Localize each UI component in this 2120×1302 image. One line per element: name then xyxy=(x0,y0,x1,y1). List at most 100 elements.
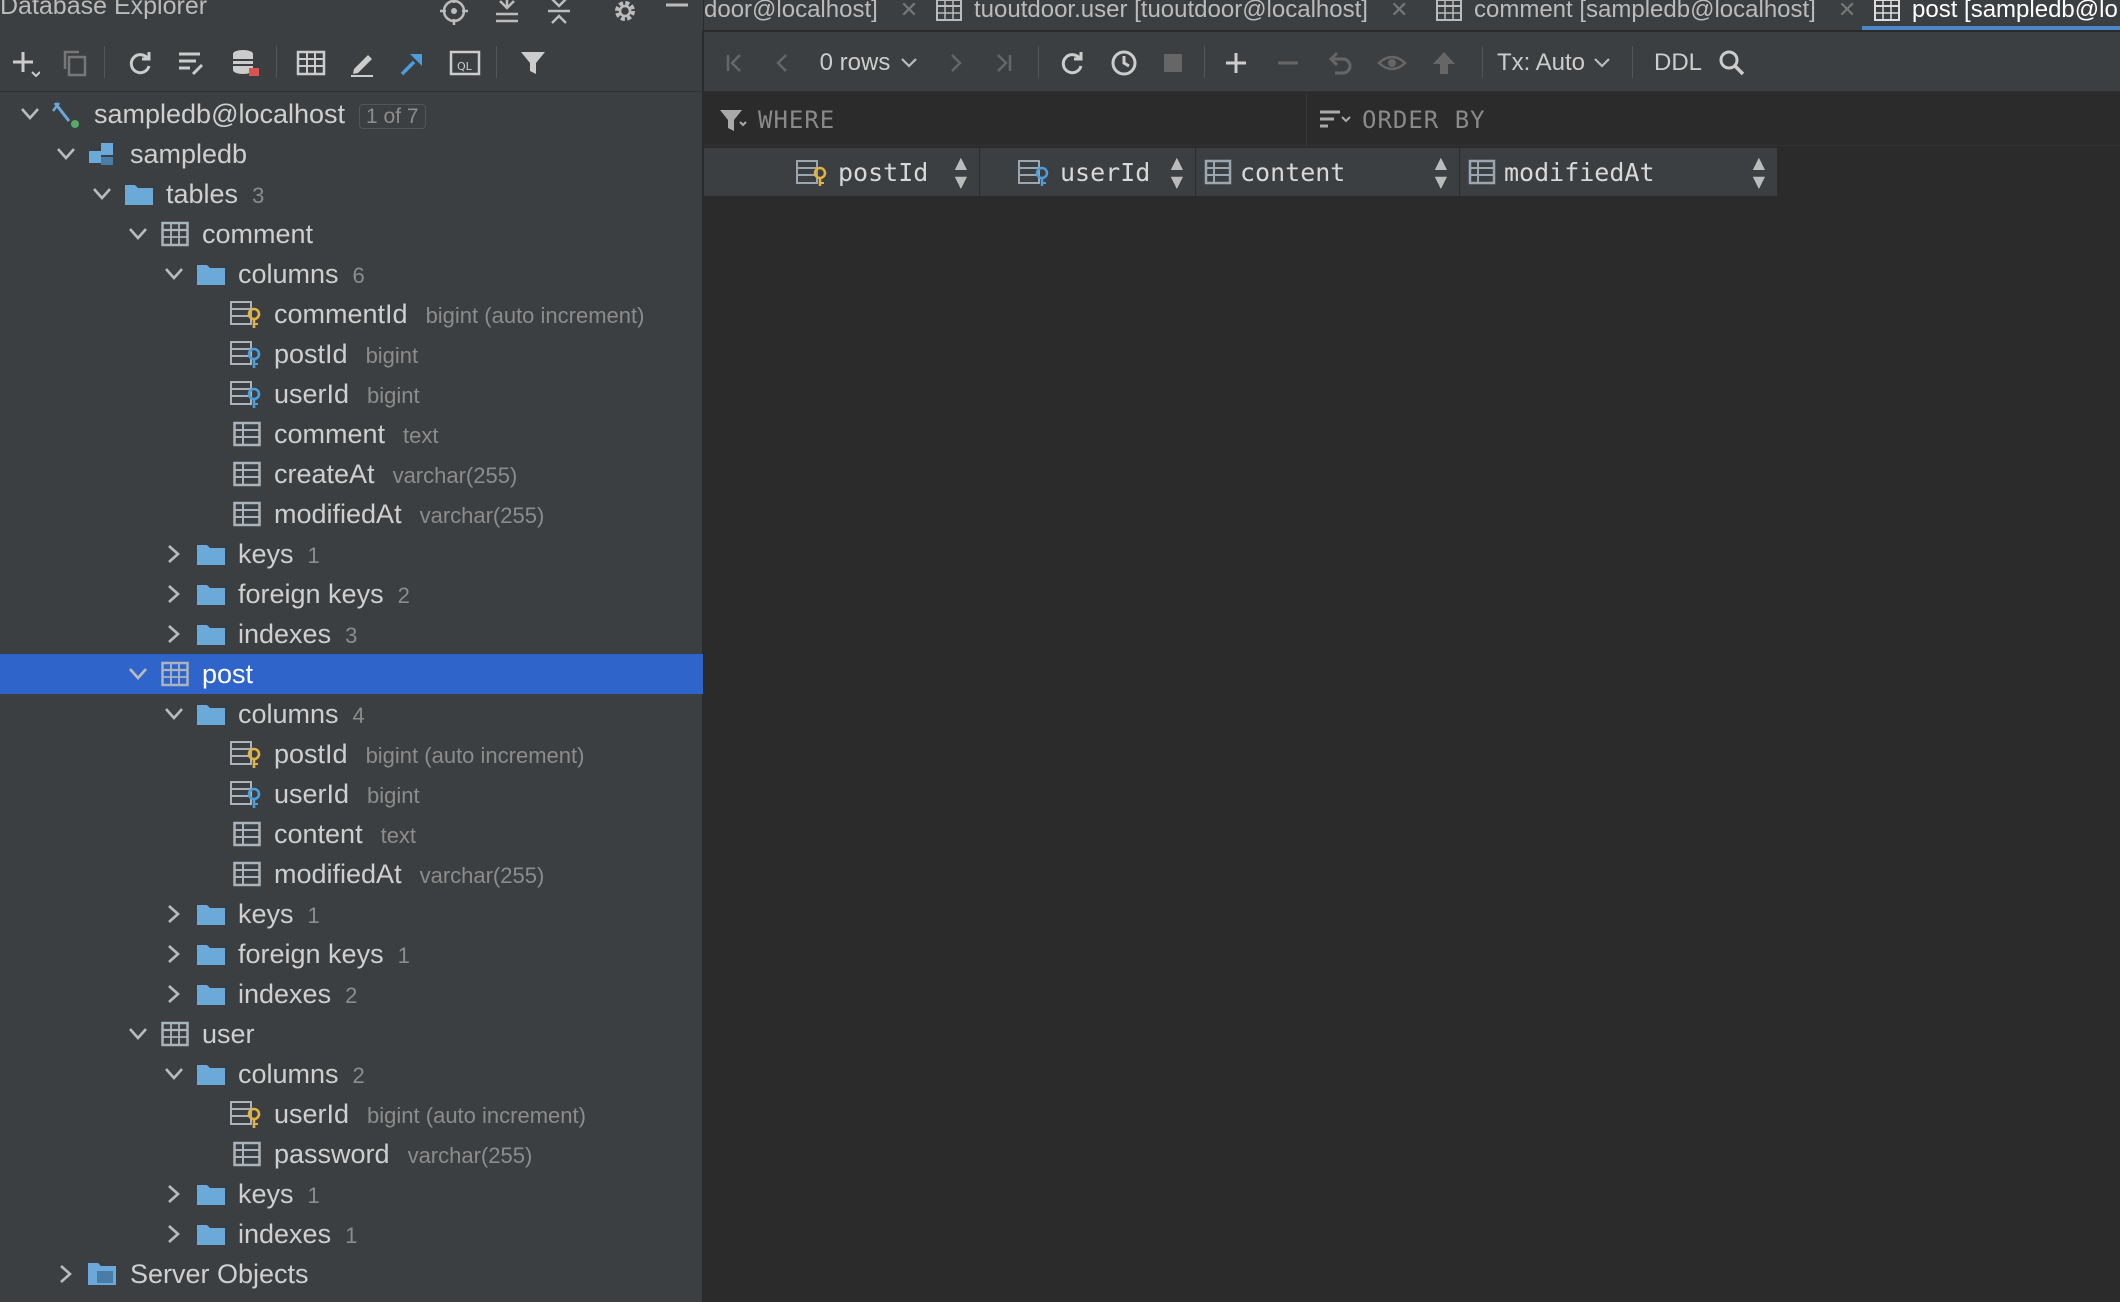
previous-page-icon[interactable] xyxy=(766,44,800,82)
stop-icon[interactable] xyxy=(1156,44,1190,82)
reload-icon[interactable] xyxy=(1054,44,1090,82)
add-icon[interactable] xyxy=(6,44,44,82)
transaction-mode-dropdown[interactable]: Tx: Auto xyxy=(1496,44,1612,82)
chevron-right-icon[interactable] xyxy=(54,1262,78,1286)
tree-column-commentId[interactable]: commentId bigint (auto increment) xyxy=(0,294,703,334)
sort-icon[interactable]: ▲ ▼ xyxy=(1753,153,1765,191)
tree-columns-folder[interactable]: columns 6 xyxy=(0,254,703,294)
tree-column-password[interactable]: password varchar(255) xyxy=(0,1134,703,1174)
table-view-icon[interactable] xyxy=(292,44,330,82)
chevron-right-icon[interactable] xyxy=(162,1182,186,1206)
tree-table-post[interactable]: post xyxy=(0,654,703,694)
tree-indexes-folder[interactable]: indexes 2 xyxy=(0,974,703,1014)
tree-connection[interactable]: sampledb@localhost 1 of 7 xyxy=(0,94,703,134)
where-filter[interactable]: WHERE xyxy=(718,102,835,138)
column-header-userId[interactable]: userId ▲ ▼ xyxy=(980,148,1196,196)
tree-server-objects[interactable]: Server Objects xyxy=(0,1254,703,1294)
tree-column-userId[interactable]: userId bigint xyxy=(0,374,703,414)
tree-keys-folder[interactable]: keys 1 xyxy=(0,1174,703,1214)
tree-foreign-keys-folder[interactable]: foreign keys 2 xyxy=(0,574,703,614)
column-header-content[interactable]: content ▲ ▼ xyxy=(1196,148,1460,196)
revert-icon[interactable] xyxy=(1322,44,1358,82)
close-icon[interactable]: ✕ xyxy=(900,0,918,23)
ddl-button[interactable]: DDL xyxy=(1648,44,1708,82)
tree-table-comment[interactable]: comment xyxy=(0,214,703,254)
filter-icon[interactable] xyxy=(514,44,552,82)
chevron-right-icon[interactable] xyxy=(162,582,186,606)
collapse-all-icon[interactable] xyxy=(542,0,576,28)
close-icon[interactable]: ✕ xyxy=(1390,0,1408,23)
chevron-down-icon[interactable] xyxy=(126,222,150,246)
chevron-right-icon[interactable] xyxy=(162,542,186,566)
tree-column-userId[interactable]: userId bigint xyxy=(0,774,703,814)
chevron-right-icon[interactable] xyxy=(162,982,186,1006)
sort-icon[interactable]: ▲ ▼ xyxy=(955,153,967,191)
rows-count-dropdown[interactable]: 0 rows xyxy=(814,44,924,82)
query-console-icon[interactable]: QL xyxy=(446,44,484,82)
column-header-modifiedAt[interactable]: modifiedAt ▲ ▼ xyxy=(1460,148,1778,196)
chevron-down-icon[interactable] xyxy=(162,262,186,286)
tree-database[interactable]: sampledb xyxy=(0,134,703,174)
tree-column-content[interactable]: content text xyxy=(0,814,703,854)
crosshair-icon[interactable] xyxy=(437,0,471,28)
chevron-down-icon[interactable] xyxy=(162,1062,186,1086)
next-page-icon[interactable] xyxy=(938,44,972,82)
tree-node-label: userId bigint xyxy=(274,379,420,410)
tree-column-createAt[interactable]: createAt varchar(255) xyxy=(0,454,703,494)
tree-column-userId[interactable]: userId bigint (auto increment) xyxy=(0,1094,703,1134)
chevron-right-icon[interactable] xyxy=(162,1222,186,1246)
submit-icon[interactable] xyxy=(1426,44,1462,82)
tab-comment[interactable]: comment [sampledb@localhost] ✕ xyxy=(1436,0,1856,28)
chevron-right-icon[interactable] xyxy=(162,622,186,646)
delete-row-icon[interactable] xyxy=(1270,44,1306,82)
order-by-filter[interactable]: ORDER BY xyxy=(1318,102,1486,138)
tree-column-comment[interactable]: comment text xyxy=(0,414,703,454)
tab-post[interactable]: post [sampledb@lo xyxy=(1874,0,2118,28)
tree-tables-folder[interactable]: tables 3 xyxy=(0,174,703,214)
sort-icon[interactable]: ▲ ▼ xyxy=(1171,153,1183,191)
tree-indexes-folder[interactable]: indexes 1 xyxy=(0,1214,703,1254)
refresh-icon[interactable] xyxy=(121,44,159,82)
chevron-down-icon[interactable] xyxy=(90,182,114,206)
jump-to-source-icon[interactable] xyxy=(394,44,432,82)
minimize-icon[interactable] xyxy=(660,0,694,28)
preview-changes-icon[interactable] xyxy=(1374,44,1410,82)
tree-foreign-keys-folder[interactable]: foreign keys 1 xyxy=(0,934,703,974)
edit-icon[interactable] xyxy=(343,44,381,82)
chevron-right-icon[interactable] xyxy=(162,942,186,966)
schema-count-badge[interactable]: 1 of 7 xyxy=(359,103,426,129)
tab-tuoutdoor-localhost[interactable]: door@localhost] ✕ xyxy=(704,0,918,28)
tree-column-modifiedAt[interactable]: modifiedAt varchar(255) xyxy=(0,854,703,894)
tree-table-user[interactable]: user xyxy=(0,1014,703,1054)
schema-sync-icon[interactable] xyxy=(172,44,210,82)
tab-tuoutdoor-user[interactable]: tuoutdoor.user [tuoutdoor@localhost] ✕ xyxy=(936,0,1408,28)
tree-keys-folder[interactable]: keys 1 xyxy=(0,534,703,574)
search-icon[interactable] xyxy=(1714,44,1750,82)
chevron-down-icon[interactable] xyxy=(54,142,78,166)
sort-icon[interactable]: ▲ ▼ xyxy=(1435,153,1447,191)
tree-indexes-folder[interactable]: indexes 3 xyxy=(0,614,703,654)
column-name: modifiedAt xyxy=(1504,157,1655,187)
chevron-down-icon[interactable] xyxy=(126,1022,150,1046)
table-icon xyxy=(158,217,192,251)
tree-column-modifiedAt[interactable]: modifiedAt varchar(255) xyxy=(0,494,703,534)
tree-column-postId[interactable]: postId bigint (auto increment) xyxy=(0,734,703,774)
data-source-properties-icon[interactable] xyxy=(226,44,264,82)
history-icon[interactable] xyxy=(1106,44,1142,82)
gear-icon[interactable] xyxy=(608,0,642,28)
chevron-down-icon[interactable] xyxy=(126,662,150,686)
tree-columns-folder[interactable]: columns 2 xyxy=(0,1054,703,1094)
add-row-icon[interactable] xyxy=(1218,44,1254,82)
expand-all-icon[interactable] xyxy=(490,0,524,28)
first-page-icon[interactable] xyxy=(718,44,752,82)
column-header-postId[interactable]: postId ▲ ▼ xyxy=(704,148,980,196)
chevron-right-icon[interactable] xyxy=(162,902,186,926)
tree-keys-folder[interactable]: keys 1 xyxy=(0,894,703,934)
chevron-down-icon[interactable] xyxy=(18,102,42,126)
close-icon[interactable]: ✕ xyxy=(1838,0,1856,23)
tree-columns-folder[interactable]: columns 4 xyxy=(0,694,703,734)
duplicate-icon[interactable] xyxy=(56,44,94,82)
chevron-down-icon[interactable] xyxy=(162,702,186,726)
last-page-icon[interactable] xyxy=(986,44,1020,82)
tree-column-postId[interactable]: postId bigint xyxy=(0,334,703,374)
